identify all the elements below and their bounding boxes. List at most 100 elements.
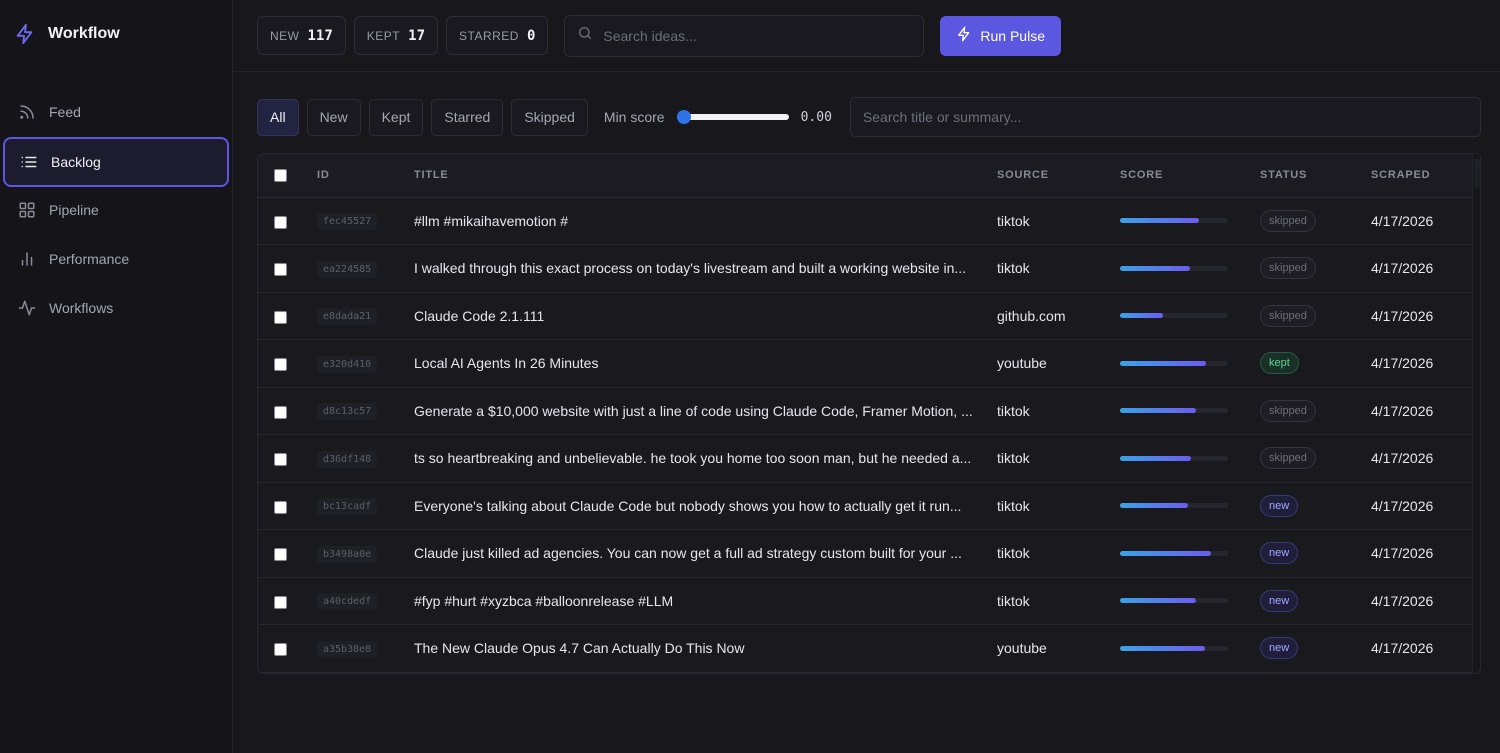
row-checkbox[interactable] [274,595,287,609]
run-pulse-label: Run Pulse [980,27,1045,44]
title-search-input[interactable] [862,109,1468,125]
row-checkbox[interactable] [274,453,287,467]
sidebar-item-label: Workflows [49,300,114,316]
score-cell [1120,339,1260,388]
scrollbar-thumb[interactable] [1474,158,1480,188]
select-all-cell [258,154,317,198]
row-id: e320d410 [317,355,378,373]
status-badge: new [1260,589,1299,612]
row-id: d36df148 [317,450,378,468]
row-title[interactable]: The New Claude Opus 4.7 Can Actually Do … [414,624,997,673]
row-title[interactable]: I walked through this exact process on t… [414,244,997,293]
table-row[interactable]: e320d410 Local AI Agents In 26 Minutes you… [258,339,1472,388]
status-cell: skipped [1260,197,1371,245]
status-badge: skipped [1260,257,1316,280]
min-score-value: 0.00 [800,109,832,125]
row-title[interactable]: Generate a $10,000 website with just a l… [414,387,997,435]
sidebar-item-backlog[interactable]: Backlog [3,137,229,187]
table-row[interactable]: a35b38e8 The New Claude Opus 4.7 Can Actu… [258,624,1472,673]
score-cell [1120,434,1260,483]
stat-kept[interactable]: KEPT 17 [353,16,438,55]
bar-chart-icon [17,249,37,269]
sidebar-item-feed[interactable]: Feed [3,88,229,136]
table-row[interactable]: b3498a0e Claude just killed ad agencies. … [258,529,1472,578]
score-bar-fill [1120,313,1164,319]
topbar: NEW 117 KEPT 17 STARRED 0 Run [233,0,1500,72]
filter-chip-starred[interactable]: Starred [431,98,504,136]
min-score-slider[interactable] [676,109,789,125]
score-bar-fill [1120,360,1207,366]
stat-value: 0 [526,27,536,44]
sidebar-item-workflows[interactable]: Workflows [3,284,229,332]
score-bar-fill [1120,455,1192,461]
score-bar-fill [1120,218,1199,224]
id-cell: a35b38e8 [317,624,414,673]
table-row[interactable]: e8dada21 Claude Code 2.1.111 github.com ski… [258,292,1472,340]
table-row[interactable]: a40cdedf #fyp #hurt #xyzbca #balloonrelea… [258,577,1472,625]
idea-search-input[interactable] [603,27,912,44]
slider-thumb[interactable] [676,110,691,124]
row-title[interactable]: Everyone's talking about Claude Code but… [414,482,997,530]
table-row[interactable]: d36df148 ts so heartbreaking and unbeliev… [258,434,1472,483]
sidebar-item-performance[interactable]: Performance [3,235,229,283]
column-header-status[interactable]: STATUS [1260,154,1371,198]
run-pulse-button[interactable]: Run Pulse [940,15,1061,56]
id-cell: bc13cadf [317,482,414,530]
score-cell [1120,624,1260,673]
sidebar-item-label: Backlog [51,154,101,170]
status-cell: new [1260,624,1371,673]
table-scrollbar[interactable] [1472,154,1480,673]
filter-chip-new[interactable]: New [306,98,361,136]
filter-chip-skipped[interactable]: Skipped [511,98,588,136]
status-badge: kept [1260,352,1299,375]
row-checkbox[interactable] [274,643,287,657]
row-title[interactable]: Claude Code 2.1.111 [414,292,997,340]
row-title[interactable]: #llm #mikaihavemotion # [414,197,997,245]
row-checkbox[interactable] [274,358,287,372]
id-cell: b3498a0e [317,529,414,578]
table-row[interactable]: fec45527 #llm #mikaihavemotion # tiktok ski… [258,197,1472,245]
row-select-cell [258,434,317,483]
row-title[interactable]: ts so heartbreaking and unbelievable. he… [414,434,997,483]
table-row[interactable]: ea224585 I walked through this exact proc… [258,244,1472,293]
sidebar-item-pipeline[interactable]: Pipeline [3,186,229,234]
row-checkbox[interactable] [274,548,287,562]
row-scraped-date: 4/17/2026 [1371,577,1472,625]
status-badge: skipped [1260,209,1316,232]
row-checkbox[interactable] [274,215,287,229]
row-checkbox[interactable] [274,310,287,324]
select-all-checkbox[interactable] [274,168,287,182]
stat-label: NEW [270,28,300,43]
score-bar-fill [1120,645,1206,651]
brand[interactable]: Workflow [0,18,232,50]
filter-chip-kept[interactable]: Kept [368,98,424,136]
table-row[interactable]: d8c13c57 Generate a $10,000 website with … [258,387,1472,435]
row-checkbox[interactable] [274,500,287,514]
stat-new[interactable]: NEW 117 [257,16,346,55]
row-checkbox[interactable] [274,263,287,277]
column-header-score[interactable]: SCORE [1120,154,1260,198]
status-cell: kept [1260,339,1371,388]
score-bar [1120,360,1228,366]
lightning-icon [14,23,36,45]
row-checkbox[interactable] [274,405,287,419]
column-header-scraped[interactable]: SCRAPED [1371,154,1472,198]
score-bar [1120,265,1228,271]
id-cell: e320d410 [317,339,414,388]
row-select-cell [258,482,317,530]
list-icon [19,152,39,172]
stat-starred[interactable]: STARRED 0 [446,16,549,55]
column-header-source[interactable]: SOURCE [997,154,1120,198]
column-header-id[interactable]: ID [317,154,414,198]
table-row[interactable]: bc13cadf Everyone's talking about Claude … [258,482,1472,530]
row-title[interactable]: Local AI Agents In 26 Minutes [414,339,997,388]
row-scraped-date: 4/17/2026 [1371,529,1472,578]
row-title[interactable]: Claude just killed ad agencies. You can … [414,529,997,578]
main-content: NEW 117 KEPT 17 STARRED 0 Run [233,0,1500,753]
row-source: tiktok [997,529,1120,578]
score-bar [1120,455,1228,461]
column-header-title[interactable]: TITLE [414,154,997,198]
filter-chip-all[interactable]: All [257,98,299,136]
row-title[interactable]: #fyp #hurt #xyzbca #balloonrelease #LLM [414,577,997,625]
search-icon [577,25,593,46]
